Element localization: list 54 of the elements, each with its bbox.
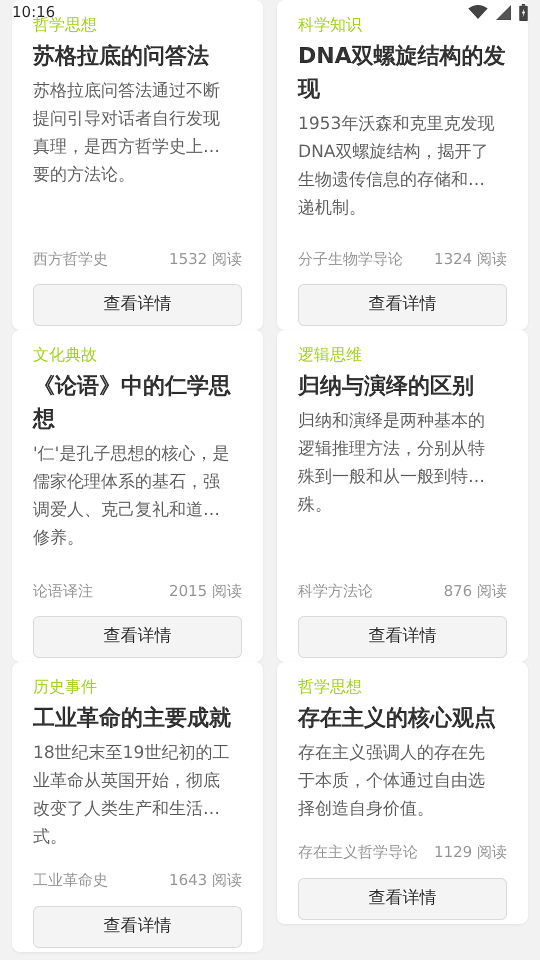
description-line: 归纳和演绎是两种基本的 [298,410,486,433]
read-count: 2015 阅读 [169,580,242,602]
description-line: 择创造自身价值。 [298,798,435,821]
description-line: 式。 [33,826,68,849]
read-count: 876 阅读 [444,580,507,602]
description-line: 逻辑推理方法，分别从特 [298,438,486,461]
description-line: 业革命从英国开始，彻底 [33,770,221,793]
read-count: 1324 阅读 [434,248,507,270]
description-line: 殊到一般和从一般到特… [298,466,486,489]
description-line: 苏格拉底问答法通过不断 [33,80,221,103]
description-line: '仁'是孔子思想的核心，是 [33,443,230,466]
description-line: 18世纪末至19世纪初的工 [33,742,230,765]
read-count: 1532 阅读 [169,248,242,270]
details-button[interactable]: 查看详情 [33,284,242,326]
details-button[interactable]: 查看详情 [298,878,507,920]
description-line: 修养。 [33,527,85,550]
description-line: 递机制。 [298,197,367,220]
card-title: 苏格拉底的问答法 [33,42,210,71]
description-line: 生物遗传信息的存储和… [298,169,486,192]
card-title: 归纳与演绎的区别 [298,373,475,401]
source-text: 论语译注 [33,580,93,602]
read-count: 1643 阅读 [169,870,242,891]
card-title: 《论语》中的仁学思想 [33,373,232,434]
category-label: 历史事件 [33,676,97,698]
read-count: 1129 阅读 [434,842,507,863]
category-label: 文化典故 [33,344,97,366]
signal-icon [496,4,511,20]
source-text: 工业革命史 [33,870,108,891]
description-line: 改变了人类生产和生活… [33,798,221,821]
description-line: 调爱人、克己复礼和道… [33,499,221,522]
source-text: 存在主义哲学导论 [298,842,418,863]
source-text: 分子生物学导论 [298,248,403,270]
source-text: 西方哲学史 [33,248,108,270]
details-button[interactable]: 查看详情 [298,616,507,658]
card-title: DNA双螺旋结构的发现 [298,43,507,104]
category-label: 科学知识 [298,14,362,36]
description-line: 殊。 [298,494,333,517]
category-label: 逻辑思维 [298,344,362,366]
description-line: DNA双螺旋结构，揭开了 [298,141,490,164]
wifi-icon [468,5,488,19]
description-line: 真理，是西方哲学史上… [33,136,221,159]
description-line: 于本质，个体通过自由选 [298,770,486,793]
category-label: 哲学思想 [298,676,362,698]
details-button[interactable]: 查看详情 [33,616,242,658]
details-button[interactable]: 查看详情 [298,284,507,326]
description-line: 提问引导对话者自行发现 [33,108,221,131]
card-title: 工业革命的主要成就 [33,704,232,733]
details-button[interactable]: 查看详情 [33,906,242,948]
description-line: 儒家伦理体系的基石，强 [33,471,221,494]
description-line: 1953年沃森和克里克发现 [298,113,496,136]
description-line: 存在主义强调人的存在先 [298,742,486,765]
source-text: 科学方法论 [298,580,373,602]
description-line: 要的方法论。 [33,164,136,187]
card-title: 存在主义的核心观点 [298,704,497,733]
